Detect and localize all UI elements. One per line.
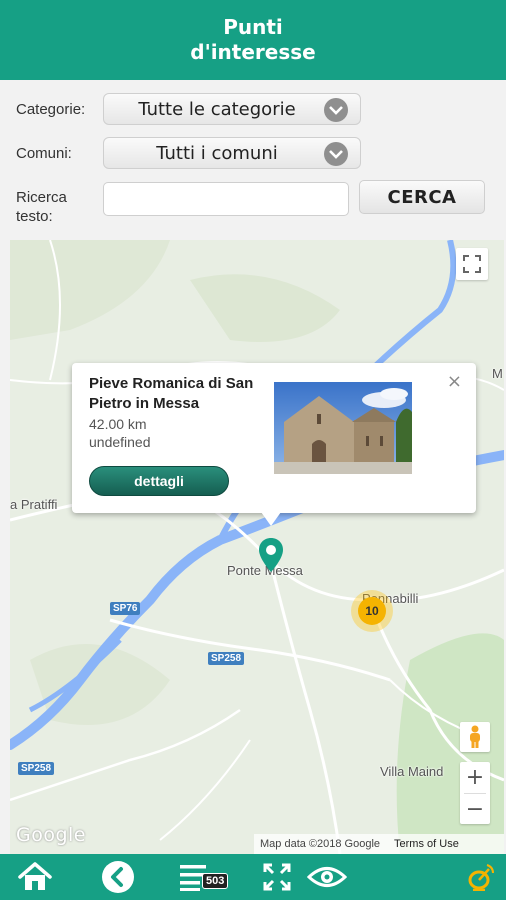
home-icon	[18, 862, 52, 890]
fullscreen-icon	[263, 863, 291, 891]
satellite-icon	[468, 864, 494, 891]
search-label: Ricerca testo:	[16, 189, 67, 225]
chevron-down-icon	[324, 142, 348, 166]
zoom-control: + −	[460, 762, 490, 824]
eye-icon	[307, 867, 347, 887]
fullscreen-icon	[463, 255, 481, 273]
category-select-value: Tutte le categorie	[138, 98, 296, 120]
map-cluster[interactable]: 10	[351, 590, 393, 632]
poi-photo	[274, 382, 412, 474]
nav-satellite-button[interactable]	[466, 860, 496, 894]
category-select[interactable]: Tutte le categorie	[103, 93, 361, 125]
search-button[interactable]: CERCA	[359, 180, 485, 214]
map-fullscreen-button[interactable]	[456, 248, 488, 280]
info-window-tail	[261, 512, 281, 526]
back-icon	[102, 861, 134, 893]
search-input[interactable]	[103, 182, 349, 216]
map-pin-icon[interactable]	[259, 538, 283, 572]
map-place-label: a Pratiffi	[10, 497, 58, 512]
pegman-icon	[470, 725, 480, 748]
street-view-button[interactable]	[460, 722, 490, 752]
nav-fullscreen-button[interactable]	[262, 860, 292, 894]
app-header: Punti d'interesse	[0, 0, 506, 80]
cluster-count: 10	[358, 597, 386, 625]
nav-list-button[interactable]: 503	[180, 860, 234, 894]
map-data-text: Map data ©2018 Google	[260, 838, 381, 850]
poi-title: Pieve Romanica di San Pietro in Messa	[89, 375, 254, 412]
poi-extra: undefined	[89, 434, 151, 450]
road-badge: SP258	[208, 652, 245, 665]
filter-panel: Categorie: Tutte le categorie Comuni: Tu…	[0, 80, 506, 240]
municipality-select-value: Tutti i comuni	[156, 142, 278, 164]
category-label: Categorie:	[16, 101, 86, 118]
municipality-select[interactable]: Tutti i comuni	[103, 137, 361, 169]
details-button[interactable]: dettagli	[89, 466, 229, 496]
list-count-badge: 503	[202, 873, 229, 889]
google-logo: Google	[16, 824, 87, 846]
page-title: Punti d'interesse	[190, 15, 316, 64]
zoom-out-button[interactable]: −	[460, 794, 490, 825]
zoom-in-button[interactable]: +	[460, 762, 490, 793]
poi-distance: 42.00 km	[89, 416, 147, 432]
bottom-nav: 503	[0, 854, 506, 900]
close-icon[interactable]: ×	[447, 371, 462, 392]
map-place-label: Villa Maind	[380, 764, 444, 779]
map-view[interactable]: a Pratiffi Ponte Messa Pennabilli Villa …	[10, 240, 504, 854]
map-canvas	[10, 240, 504, 854]
road-badge: SP76	[110, 602, 141, 615]
terms-link[interactable]: Terms of Use	[394, 838, 459, 850]
nav-back-button[interactable]	[100, 860, 136, 894]
map-place-label: M	[492, 366, 503, 381]
municipality-label: Comuni:	[16, 145, 72, 162]
map-attribution: Map data ©2018 Google Terms of Use	[254, 834, 504, 854]
nav-view-button[interactable]	[306, 860, 348, 894]
road-badge: SP258	[18, 762, 55, 775]
chevron-down-icon	[324, 98, 348, 122]
nav-home-button[interactable]	[16, 860, 54, 894]
info-window: × Pieve Romanica di San Pietro in Messa …	[72, 363, 476, 526]
